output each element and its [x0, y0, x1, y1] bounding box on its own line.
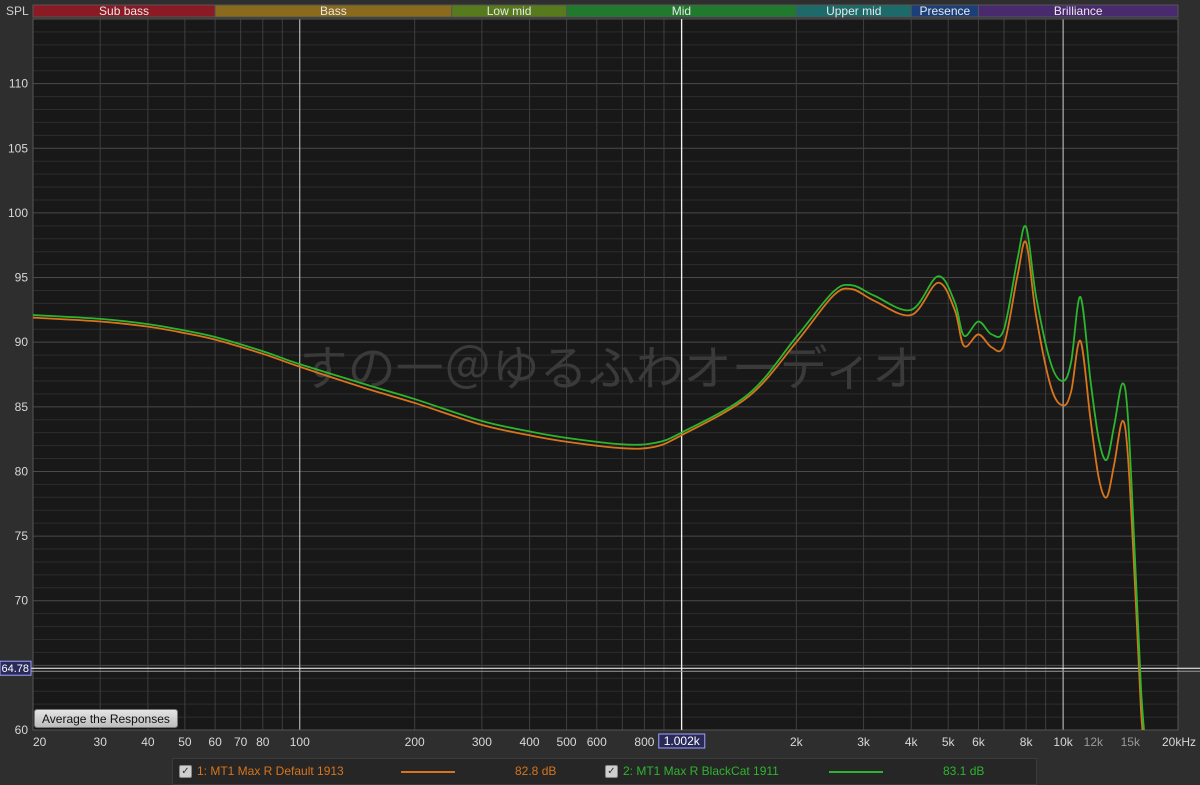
series-2-name: 2: MT1 Max R BlackCat 1911 [623, 764, 779, 778]
legend: ✓ 1: MT1 Max R Default 1913 82.8 dB ✓ 2:… [172, 758, 1037, 785]
y-tick-label-60: 60 [15, 723, 29, 737]
y-tick-label-75: 75 [15, 529, 29, 543]
x-tick-label-3000: 3k [857, 735, 871, 749]
x-tick-label-80: 80 [256, 735, 270, 749]
y-tick-label-70: 70 [15, 594, 29, 608]
x-tick-label-30: 30 [94, 735, 108, 749]
x-tick-label-10000: 10k [1053, 735, 1073, 749]
band-label-6: Brilliance [1054, 4, 1103, 18]
x-tick-label-2000: 2k [790, 735, 804, 749]
band-label-5: Presence [919, 4, 970, 18]
y-tick-label-110: 110 [9, 77, 28, 91]
band-label-4: Upper mid [826, 4, 881, 18]
x-tick-label-100: 100 [290, 735, 310, 749]
series-2-level: 83.1 dB [943, 764, 985, 778]
y-axis-ticks: 60 70 75 80 85 90 95 100 105 110 64.78 [0, 77, 32, 737]
watermark: すの一＠ゆるふわオーディオ [300, 341, 921, 397]
y-tick-label-95: 95 [15, 271, 29, 285]
band-label-2: Low mid [487, 4, 532, 18]
band-label-0: Sub bass [99, 4, 149, 18]
x-tick-label-12000: 12k [1084, 735, 1104, 749]
x-tick-label-800: 800 [634, 735, 654, 749]
frequency-bands: Sub bass Bass Low mid Mid Upper mid Presence B… [32, 4, 1179, 18]
x-tick-label-20: 20 [33, 735, 47, 749]
y-axis-label: SPL [6, 4, 29, 18]
cursor-y-readout: 64.78 [1, 663, 29, 675]
y-tick-label-80: 80 [15, 464, 29, 478]
y-tick-label-85: 85 [15, 400, 29, 414]
x-tick-label-200: 200 [405, 735, 425, 749]
x-tick-label-5000: 5k [942, 735, 956, 749]
y-tick-label-105: 105 [8, 141, 28, 155]
x-tick-label-500: 500 [557, 735, 577, 749]
series-1-swatch [401, 771, 455, 773]
x-tick-label-60: 60 [208, 735, 222, 749]
y-tick-label-100: 100 [8, 206, 28, 220]
series-2-checkbox[interactable]: ✓ [605, 765, 618, 778]
chart-window: Sub bass Bass Low mid Mid Upper mid Presence B… [0, 0, 1200, 785]
x-tick-label-40: 40 [141, 735, 155, 749]
x-tick-label-8000: 8k [1020, 735, 1034, 749]
frequency-response-chart[interactable]: Sub bass Bass Low mid Mid Upper mid Presence B… [0, 0, 1200, 785]
x-tick-label-4000: 4k [905, 735, 919, 749]
band-label-1: Bass [320, 4, 347, 18]
series-2-swatch [829, 771, 883, 773]
x-tick-label-20000: 20kHz [1162, 735, 1196, 749]
series-1-name: 1: MT1 Max R Default 1913 [197, 764, 344, 778]
band-label-3: Mid [672, 4, 691, 18]
x-tick-label-15000: 15k [1121, 735, 1141, 749]
x-tick-label-300: 300 [472, 735, 492, 749]
x-tick-label-70: 70 [234, 735, 248, 749]
series-1-level: 82.8 dB [515, 764, 557, 778]
series-1-checkbox[interactable]: ✓ [179, 765, 192, 778]
average-responses-button[interactable]: Average the Responses [34, 709, 178, 728]
x-tick-label-6000: 6k [972, 735, 986, 749]
x-axis-ticks: 20 30 40 50 60 70 80 100 200 300 400 500 600 800 2k 3k 4… [33, 733, 1196, 749]
x-tick-label-400: 400 [520, 735, 540, 749]
watermark-text: すの一＠ゆるふわオーディオ [300, 341, 921, 397]
x-tick-label-50: 50 [178, 735, 192, 749]
cursor-x-readout: 1.002k [664, 734, 701, 748]
y-tick-label-90: 90 [15, 335, 29, 349]
x-tick-label-600: 600 [587, 735, 607, 749]
